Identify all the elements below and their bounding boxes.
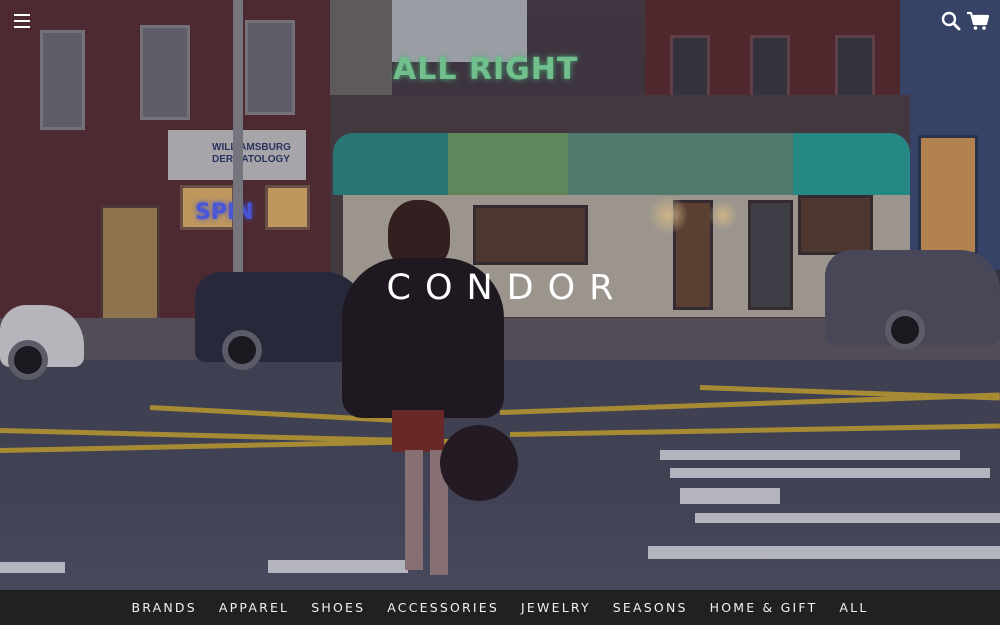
hamburger-menu-icon[interactable] xyxy=(10,10,36,32)
main-navigation: BRANDS APPAREL SHOES ACCESSORIES JEWELRY… xyxy=(0,590,1000,625)
shopping-cart-icon[interactable] xyxy=(966,10,990,32)
search-icon[interactable] xyxy=(940,10,962,32)
nav-item-accessories[interactable]: ACCESSORIES xyxy=(387,600,499,615)
site-logo[interactable]: CONDOR xyxy=(0,268,1000,308)
nav-item-jewelry[interactable]: JEWELRY xyxy=(521,600,591,615)
nav-item-apparel[interactable]: APPAREL xyxy=(219,600,289,615)
nav-item-brands[interactable]: BRANDS xyxy=(131,600,196,615)
nav-item-seasons[interactable]: SEASONS xyxy=(613,600,688,615)
nav-item-all[interactable]: ALL xyxy=(839,600,868,615)
nav-item-shoes[interactable]: SHOES xyxy=(311,600,365,615)
nav-item-home-gift[interactable]: HOME & GIFT xyxy=(710,600,818,615)
